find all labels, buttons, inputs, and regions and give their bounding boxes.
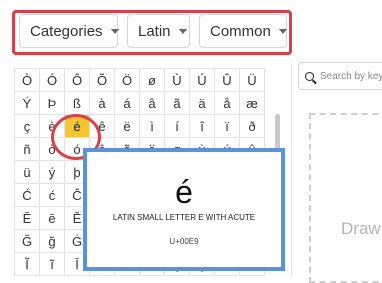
char-cell[interactable]: ð — [239, 114, 265, 138]
char-cell[interactable]: í — [164, 114, 190, 138]
char-cell[interactable]: å — [214, 91, 240, 115]
char-cell[interactable]: ĩ — [39, 252, 65, 276]
char-cell[interactable]: ñ — [14, 137, 40, 161]
char-cell[interactable]: à — [89, 91, 115, 115]
char-cell[interactable]: Ó — [39, 68, 65, 92]
char-cell[interactable]: Ğ — [14, 229, 40, 253]
char-cell[interactable]: Û — [214, 68, 240, 92]
char-cell[interactable]: ü — [14, 160, 40, 184]
char-cell[interactable]: ć — [39, 183, 65, 207]
char-cell[interactable]: î — [189, 114, 215, 138]
search-field[interactable] — [298, 62, 382, 90]
char-cell[interactable]: Ô — [64, 68, 90, 92]
char-cell[interactable]: Ö — [114, 68, 140, 92]
char-cell[interactable]: ß — [64, 91, 90, 115]
char-cell[interactable]: Þ — [39, 91, 65, 115]
dropdown-highlight-box — [12, 10, 292, 55]
panel-divider — [291, 64, 292, 276]
draw-canvas[interactable] — [309, 113, 382, 283]
char-cell[interactable]: Ù — [164, 68, 190, 92]
preview-char-name: LATIN SMALL LETTER E WITH ACUTE — [112, 213, 256, 222]
char-cell[interactable]: Ü — [239, 68, 265, 92]
search-input[interactable] — [320, 70, 382, 82]
draw-label: Draw — [341, 219, 381, 238]
char-cell[interactable]: ē — [39, 206, 65, 230]
char-cell[interactable]: ý — [39, 160, 65, 184]
search-icon — [305, 71, 314, 81]
char-cell[interactable]: Ò — [14, 68, 40, 92]
char-cell[interactable]: ç — [14, 114, 40, 138]
preview-codepoint: U+00E9 — [169, 237, 199, 246]
char-cell[interactable]: ë — [114, 114, 140, 138]
char-cell[interactable]: á — [114, 91, 140, 115]
char-cell[interactable]: Ý — [14, 91, 40, 115]
char-cell[interactable]: Õ — [89, 68, 115, 92]
char-cell[interactable]: Ć — [14, 183, 40, 207]
char-cell[interactable]: ï — [214, 114, 240, 138]
grid-row: ÝÞßàáâãäåæ — [14, 91, 265, 115]
char-cell[interactable]: ä — [189, 91, 215, 115]
char-cell[interactable]: â — [139, 91, 165, 115]
char-cell[interactable]: Ú — [189, 68, 215, 92]
grid-row: ÒÓÔÕÖøÙÚÛÜ — [14, 68, 265, 92]
char-cell[interactable]: ø — [139, 68, 165, 92]
char-cell[interactable]: ì — [139, 114, 165, 138]
char-cell[interactable]: ğ — [39, 229, 65, 253]
char-cell[interactable]: Ĩ — [14, 252, 40, 276]
char-cell[interactable]: ã — [164, 91, 190, 115]
char-cell[interactable]: æ — [239, 91, 265, 115]
char-cell[interactable]: Ē — [14, 206, 40, 230]
preview-glyph: é — [175, 174, 193, 210]
grid-scrollbar[interactable] — [275, 114, 280, 150]
character-preview-popup: é LATIN SMALL LETTER E WITH ACUTE U+00E9 — [83, 148, 285, 271]
